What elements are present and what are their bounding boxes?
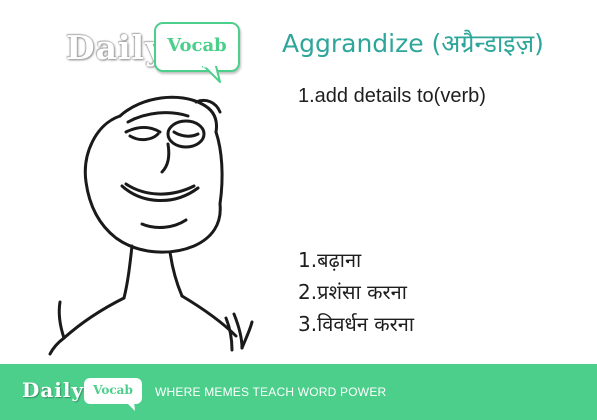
- footer-daily-text: Daily: [22, 378, 85, 402]
- footer-tagline: WHERE MEMES TEACH WORD POWER: [155, 385, 387, 399]
- logo-speech-bubble: Vocab: [154, 22, 240, 72]
- meme-face-icon: [48, 95, 254, 356]
- footer-bubble-tail-icon: [126, 402, 135, 411]
- footer-bar: Daily Vocab WHERE MEMES TEACH WORD POWER: [0, 364, 597, 420]
- word-title: Aggrandize (अग्रैन्डाइज़): [282, 29, 544, 58]
- hindi-meaning-item: 1.बढ़ाना: [298, 248, 362, 272]
- speech-bubble-tail-icon: [202, 66, 221, 83]
- footer-speech-bubble: Vocab: [84, 378, 142, 404]
- hindi-meaning-item: 2.प्रशंसा करना: [298, 280, 407, 304]
- english-meaning: 1.add details to(verb): [298, 85, 486, 107]
- footer-vocab-text: Vocab: [93, 383, 133, 397]
- brand-logo: Daily Vocab: [66, 20, 246, 84]
- logo-daily-text: Daily: [66, 28, 166, 67]
- hindi-meanings: 1.बढ़ाना 2.प्रशंसा करना 3.विवर्धन करना: [298, 244, 414, 340]
- vocab-card: Daily Vocab Aggrandize (अग्रैन्डाइज़) 1.…: [0, 0, 597, 420]
- logo-vocab-text: Vocab: [167, 35, 227, 56]
- hindi-meaning-item: 3.विवर्धन करना: [298, 312, 415, 336]
